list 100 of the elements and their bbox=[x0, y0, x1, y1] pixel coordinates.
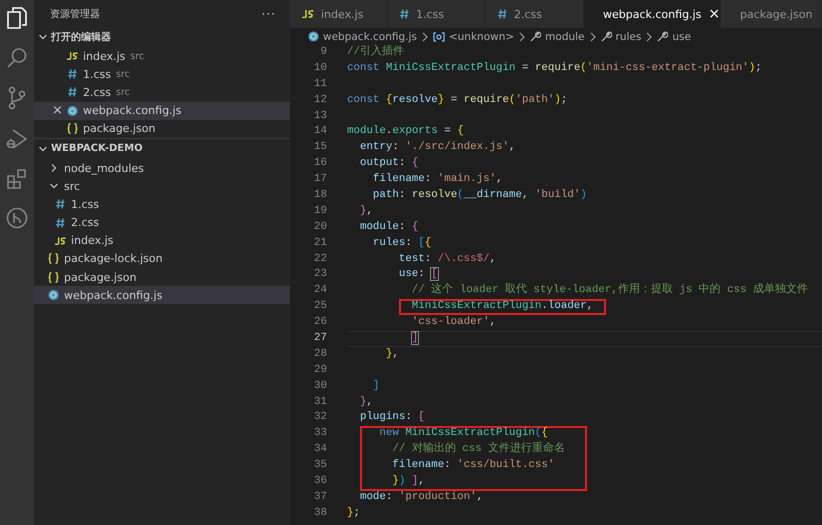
code-line: }; bbox=[347, 506, 360, 519]
editor-tab[interactable]: 2.css bbox=[486, 0, 584, 28]
open-editor-item[interactable]: 1.css src bbox=[34, 65, 290, 84]
open-editor-item[interactable]: 2.css src bbox=[34, 83, 290, 102]
file-name: 1.css bbox=[71, 198, 100, 211]
file-item[interactable]: package-lock.json bbox=[34, 250, 290, 268]
file-item[interactable]: webpack.config.js bbox=[34, 286, 290, 304]
code-line: 'css-loader', bbox=[410, 316, 496, 328]
line-number: 29 bbox=[313, 362, 327, 378]
breadcrumb-item[interactable]: <unknown> bbox=[432, 30, 514, 42]
code-line: // 对输出的 css 文件进行重命名 bbox=[391, 443, 566, 456]
close-button[interactable]: × bbox=[708, 6, 720, 22]
code-line: //引入插件 bbox=[347, 46, 404, 58]
file-name: index.js bbox=[83, 50, 126, 63]
branch-icon[interactable] bbox=[7, 86, 27, 110]
section-title: 打开的编辑器 bbox=[51, 30, 111, 44]
code-line: filename: 'main.js', bbox=[372, 173, 503, 186]
file-item[interactable]: index.js bbox=[34, 232, 290, 250]
file-item[interactable]: 1.css bbox=[34, 195, 290, 214]
wrench-icon bbox=[657, 31, 668, 42]
more-actions-button[interactable]: ··· bbox=[262, 6, 276, 20]
js-file-icon bbox=[302, 10, 314, 18]
file-name: package.json bbox=[64, 270, 136, 284]
file-name: index.js bbox=[71, 234, 114, 248]
wrench-icon bbox=[600, 31, 612, 42]
chevron-right-icon bbox=[422, 32, 428, 42]
line-number: 36 bbox=[313, 474, 327, 490]
symbol-icon bbox=[432, 32, 445, 42]
code-line: MiniCssExtractPlugin.loader, bbox=[410, 300, 594, 312]
section-title: WEBPACK-DEMO bbox=[51, 143, 143, 154]
editor-tab[interactable]: index.js bbox=[290, 0, 388, 28]
file-item[interactable]: package.json bbox=[34, 268, 290, 286]
wrench-icon bbox=[530, 31, 542, 42]
line-number: 38 bbox=[313, 506, 327, 521]
folder-item[interactable]: src bbox=[34, 177, 290, 196]
line-number: 27 bbox=[313, 331, 327, 346]
line-number: 25 bbox=[313, 299, 327, 314]
editor-tab[interactable]: package.json bbox=[721, 0, 822, 28]
chevron-icon bbox=[38, 144, 48, 154]
open-editor-item[interactable]: index.js src bbox=[34, 47, 290, 66]
line-number: 10 bbox=[313, 60, 327, 76]
tab-label: webpack.config.js bbox=[603, 8, 702, 20]
cube-icon bbox=[308, 31, 319, 42]
breadcrumb-item[interactable]: rules bbox=[600, 30, 642, 42]
line-number: 30 bbox=[313, 378, 327, 394]
file-item[interactable]: 2.css bbox=[34, 214, 290, 232]
code-line: const {resolve} = require('path'); bbox=[347, 94, 568, 106]
line-number: 21 bbox=[313, 236, 327, 251]
file-name: webpack.config.js bbox=[83, 104, 182, 118]
editor-tab[interactable]: 1.css bbox=[388, 0, 486, 28]
line-number: 20 bbox=[313, 220, 327, 235]
chevron-icon bbox=[38, 32, 48, 42]
line-number: 31 bbox=[313, 394, 327, 410]
chevron-right-icon bbox=[646, 32, 652, 42]
tab-label: 1.css bbox=[416, 8, 444, 20]
line-number: 26 bbox=[313, 315, 327, 330]
line-number: 18 bbox=[313, 188, 327, 204]
file-path: src bbox=[130, 50, 144, 62]
file-path: src bbox=[116, 86, 130, 98]
breadcrumb-item[interactable]: use bbox=[657, 30, 691, 42]
code-line: }, bbox=[358, 204, 373, 217]
hash-icon bbox=[68, 87, 77, 98]
line-number: 9 bbox=[320, 45, 327, 60]
line-number: 32 bbox=[313, 410, 327, 426]
hash-icon bbox=[56, 218, 65, 228]
project-folder-header[interactable]: WEBPACK-DEMO bbox=[34, 138, 290, 159]
breadcrumb-item[interactable]: module bbox=[530, 30, 585, 42]
braces-icon bbox=[48, 272, 59, 283]
open-editor-item[interactable]: package.json bbox=[34, 120, 290, 138]
run-debug-icon[interactable] bbox=[6, 127, 28, 151]
hash-icon bbox=[68, 69, 77, 80]
code-line: use: [ bbox=[398, 268, 438, 280]
line-number: 14 bbox=[313, 124, 327, 140]
line-number: 15 bbox=[313, 140, 327, 156]
open-editor-item[interactable]: × webpack.config.js bbox=[34, 102, 290, 120]
cube-icon bbox=[48, 289, 59, 302]
editor-tab[interactable]: webpack.config.js × bbox=[584, 0, 721, 28]
breadcrumb-item[interactable]: webpack.config.js bbox=[308, 30, 417, 42]
code-line: path: resolve(__dirname, 'build') bbox=[372, 189, 587, 202]
code-line: ] bbox=[372, 380, 380, 392]
line-number: 28 bbox=[313, 346, 327, 362]
line-number: 34 bbox=[313, 442, 327, 458]
js-file-icon bbox=[55, 236, 66, 245]
open-editors-header[interactable]: 打开的编辑器 bbox=[34, 27, 290, 47]
search-icon[interactable] bbox=[6, 47, 28, 69]
file-name: package-lock.json bbox=[64, 252, 163, 266]
remote-icon[interactable] bbox=[6, 207, 28, 229]
code-line: test: /\.css$/, bbox=[398, 252, 496, 265]
code-line: }, bbox=[358, 396, 373, 408]
line-number: 23 bbox=[313, 267, 327, 282]
folder-item[interactable]: node_modules bbox=[34, 158, 290, 178]
extensions-icon[interactable] bbox=[6, 168, 28, 190]
close-button[interactable]: × bbox=[52, 104, 62, 118]
code-line: const MiniCssExtractPlugin = require('mini-css-extract-plugin'); bbox=[347, 62, 762, 74]
code-line: output: { bbox=[358, 157, 418, 170]
code-line: plugins: [ bbox=[358, 411, 425, 424]
code-line: module: { bbox=[358, 220, 418, 233]
chevron-right-icon bbox=[590, 32, 596, 42]
file-name: 1.css bbox=[83, 68, 112, 81]
files-icon[interactable] bbox=[6, 6, 28, 30]
